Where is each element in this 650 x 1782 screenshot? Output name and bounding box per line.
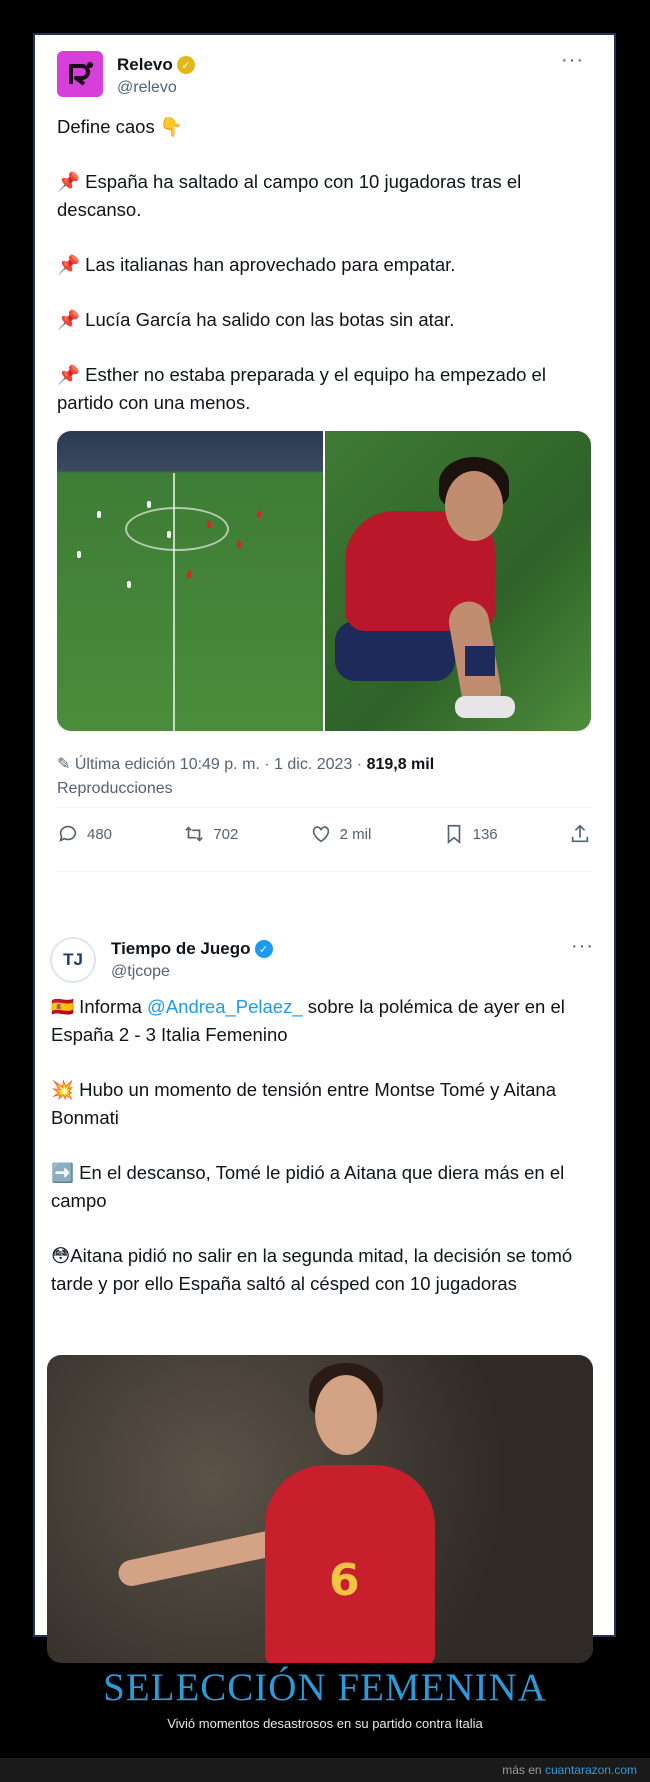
heart-icon [312, 826, 329, 843]
edit-pencil-icon: ✎ [57, 756, 71, 773]
reply-button[interactable]: 480 [57, 823, 112, 845]
avatar[interactable]: TJ [50, 937, 96, 983]
action-bar: 480 702 2 mil 136 [57, 823, 591, 845]
like-count: 2 mil [339, 825, 372, 843]
verified-badge-icon: ✓ [176, 56, 195, 74]
bookmark-button[interactable]: 136 [443, 823, 498, 845]
author-name[interactable]: Relevo ✓ [117, 55, 195, 75]
site-credit: más en cuantarazon.com [502, 1763, 637, 1777]
match-photo[interactable] [57, 431, 323, 731]
verified-badge-icon: ✓ [254, 940, 273, 958]
tweet-text: 🇪🇸 Informa @Andrea_Pelaez_ sobre la polé… [51, 993, 581, 1325]
relevo-logo-icon [69, 62, 93, 86]
author-name[interactable]: Tiempo de Juego ✓ [111, 939, 273, 959]
tweet-paragraph: 📌 Lucía García ha salido con las botas s… [57, 309, 455, 330]
bookmark-count: 136 [472, 825, 498, 843]
tweet-tiempo-de-juego[interactable]: TJ Tiempo de Juego ✓ @tjcope ··· 🇪🇸 Info… [35, 895, 614, 1663]
views-label: Reproducciones [57, 780, 173, 797]
post-subtitle: Vivió momentos desastrosos en su partido… [167, 1716, 483, 1731]
author-name-text[interactable]: Relevo [117, 55, 173, 75]
credit-prefix: más en [502, 1763, 545, 1777]
more-options-icon[interactable]: ··· [571, 935, 594, 958]
tweet-paragraph: 🇪🇸 Informa @Andrea_Pelaez_ sobre la polé… [51, 993, 581, 1049]
tweet-media[interactable]: 6 [47, 1355, 593, 1663]
like-button[interactable]: 2 mil [310, 823, 372, 845]
avatar[interactable] [57, 51, 103, 97]
tweet-paragraph: ➡️ En el descanso, Tomé le pidió a Aitan… [51, 1162, 570, 1211]
jersey-number: 6 [329, 1555, 360, 1606]
tweet-paragraph: 😳Aitana pidió no salir en la segunda mit… [51, 1245, 578, 1294]
retweet-icon [185, 826, 204, 842]
edit-timestamp[interactable]: Última edición 10:49 p. m. · 1 dic. 2023… [75, 756, 367, 773]
tj-logo-icon: TJ [63, 950, 83, 969]
retweet-button[interactable]: 702 [183, 823, 238, 845]
tweet-paragraph: 📌 Las italianas han aprovechado para emp… [57, 254, 456, 275]
tweet-paragraph: Define caos 👇 [57, 116, 183, 137]
views-count: 819,8 mil [366, 756, 435, 773]
tweet-media[interactable] [57, 431, 591, 731]
divider [57, 807, 591, 808]
tweet-paragraph: 📌 Esther no estaba preparada y el equipo… [57, 364, 552, 413]
divider [57, 871, 591, 872]
author-handle[interactable]: @tjcope [111, 963, 170, 981]
tweet-paragraph: 💥 Hubo un momento de tensión entre Monts… [51, 1079, 562, 1128]
mention-link[interactable]: @Andrea_Pelaez_ [147, 996, 303, 1017]
tweet-meta: ✎ Última edición 10:49 p. m. · 1 dic. 20… [57, 753, 577, 801]
tweets-frame: Relevo ✓ @relevo ··· Define caos 👇 📌 Esp… [33, 33, 616, 1663]
bookmark-icon [447, 824, 460, 845]
more-options-icon[interactable]: ··· [561, 49, 584, 72]
share-button[interactable] [569, 823, 591, 845]
tweet-text: Define caos 👇 📌 España ha saltado al cam… [57, 113, 577, 444]
paragraph-text: 🇪🇸 Informa [51, 996, 148, 1017]
author-name-text[interactable]: Tiempo de Juego [111, 939, 251, 959]
author-handle[interactable]: @relevo [117, 79, 177, 97]
credit-bar: más en cuantarazon.com [0, 1758, 650, 1782]
reply-count: 480 [87, 825, 113, 843]
share-icon [571, 824, 589, 843]
player-photo[interactable] [325, 431, 591, 731]
tweet-relevo[interactable]: Relevo ✓ @relevo ··· Define caos 👇 📌 Esp… [35, 35, 614, 875]
post-title: SELECCIÓN FEMENINA [103, 1666, 547, 1709]
retweet-count: 702 [213, 825, 239, 843]
tweet-paragraph: 📌 España ha saltado al campo con 10 juga… [57, 171, 527, 220]
reply-icon [59, 825, 77, 842]
site-link[interactable]: cuantarazon.com [545, 1763, 637, 1777]
